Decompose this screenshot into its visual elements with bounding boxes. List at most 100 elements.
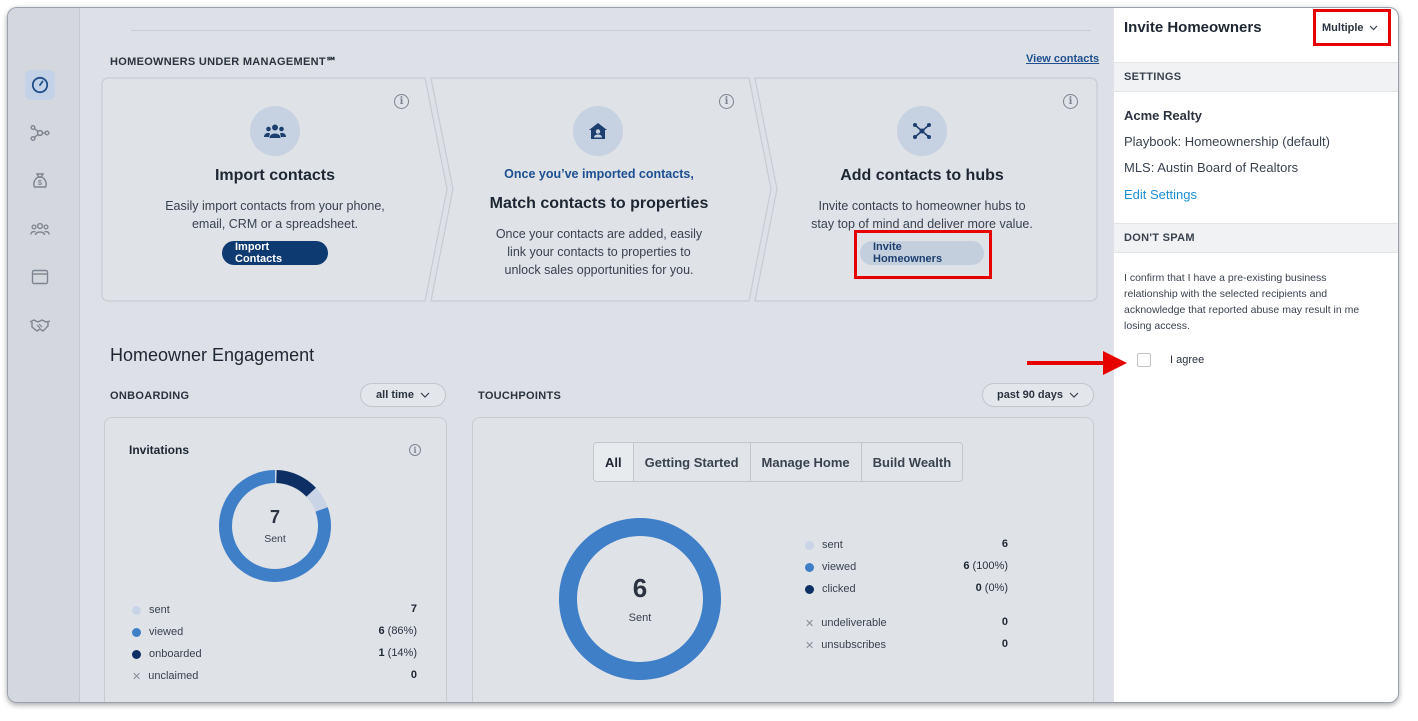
legend-value: 6 (86%) xyxy=(327,625,417,637)
step-desc-hubs-1: Invite contacts to homeowner hubs to xyxy=(818,199,1026,213)
view-contacts-link[interactable]: View contacts xyxy=(1026,53,1099,65)
legend-item: viewed xyxy=(132,625,183,639)
tab-manage-home[interactable]: Manage Home xyxy=(751,443,862,481)
info-icon[interactable]: i xyxy=(409,444,421,456)
side-nav: $ xyxy=(8,8,80,702)
legend-label: viewed xyxy=(822,561,857,573)
legend-label: viewed xyxy=(149,626,184,638)
legend-value: 0 (0%) xyxy=(918,582,1008,594)
network-icon[interactable] xyxy=(25,118,55,148)
step-title-import: Import contacts xyxy=(214,167,335,184)
legend-item: sent xyxy=(132,603,170,617)
mls-setting: MLS: Austin Board of Realtors xyxy=(1124,160,1299,175)
invitations-donut-label: Sent xyxy=(264,533,286,545)
onboarding-range-value: all time xyxy=(376,389,414,401)
playbook-setting: Playbook: Homeownership (default) xyxy=(1124,134,1330,149)
legend-label: unclaimed xyxy=(148,670,199,682)
money-bag-icon[interactable]: $ xyxy=(25,166,55,196)
touchpoints-range-select[interactable]: past 90 days xyxy=(982,383,1094,407)
legend-label: clicked xyxy=(822,583,856,595)
invitations-title: Invitations xyxy=(129,443,190,457)
info-icon[interactable]: i xyxy=(1063,94,1078,109)
tab-all[interactable]: All xyxy=(594,443,634,481)
step-desc-import-2: email, CRM or a spreadsheet. xyxy=(191,217,359,231)
legend-label: onboarded xyxy=(149,648,202,660)
legend-item: sent xyxy=(805,538,843,552)
legend-dot xyxy=(805,562,814,572)
legend-count: 0 xyxy=(410,669,417,681)
legend-value: 6 xyxy=(918,538,1008,550)
chevron-down-icon xyxy=(420,392,430,398)
spam-disclaimer-3: acknowledge that reported abuse may resu… xyxy=(1124,304,1360,316)
legend-value: 0 xyxy=(918,638,1008,650)
legend-item: ✕ unclaimed xyxy=(132,669,198,683)
step-desc-match-1: Once your contacts are added, easily xyxy=(495,227,703,241)
home-user-icon xyxy=(573,106,623,156)
legend-dot xyxy=(132,649,141,659)
agree-checkbox[interactable] xyxy=(1137,353,1151,367)
arrow-pointer xyxy=(1027,351,1127,375)
legend-count: 0 xyxy=(1001,616,1008,628)
legend-item: viewed xyxy=(805,560,856,574)
step-desc-match-2: link your contacts to properties to xyxy=(507,245,691,259)
legend-item: onboarded xyxy=(132,647,202,661)
browser-window-icon[interactable] xyxy=(25,262,55,292)
hum-section-title: HOMEOWNERS UNDER MANAGEMENT℠ xyxy=(110,56,338,68)
touchpoints-donut-label: Sent xyxy=(628,612,652,624)
legend-value: 1 (14%) xyxy=(327,647,417,659)
legend-item: ✕ unsubscribes xyxy=(805,638,886,652)
dont-spam-header: DON'T SPAM xyxy=(1114,223,1398,253)
tab-build-wealth[interactable]: Build Wealth xyxy=(862,443,962,481)
spam-disclaimer-2: relationship with the selected recipient… xyxy=(1124,288,1328,300)
legend-count: 6 xyxy=(1001,538,1008,550)
touchpoints-tabs: All Getting Started Manage Home Build We… xyxy=(593,442,964,482)
touchpoints-donut-value: 6 xyxy=(632,573,648,603)
hub-icon xyxy=(897,106,947,156)
legend-dot xyxy=(805,584,814,594)
legend-count: 7 xyxy=(410,603,417,615)
legend-percent: (0%) xyxy=(981,582,1008,594)
step-desc-match-3: unlock sales opportunities for you. xyxy=(504,263,694,277)
legend-label: unsubscribes xyxy=(821,639,887,651)
legend-percent: (86%) xyxy=(384,625,417,637)
agree-label[interactable]: I agree xyxy=(1170,354,1204,366)
legend-item: clicked xyxy=(805,582,856,596)
people-icon[interactable] xyxy=(25,214,55,244)
invitations-donut-value: 7 xyxy=(269,507,280,527)
legend-value: 0 xyxy=(918,616,1008,628)
x-icon: ✕ xyxy=(132,669,142,683)
step-title-hubs: Add contacts to hubs xyxy=(840,167,1004,184)
tab-getting-started[interactable]: Getting Started xyxy=(634,443,751,481)
info-icon[interactable]: i xyxy=(719,94,734,109)
legend-percent: (100%) xyxy=(969,560,1008,572)
info-icon[interactable]: i xyxy=(394,94,409,109)
agency-name: Acme Realty xyxy=(1124,108,1203,123)
dashboard-icon[interactable] xyxy=(25,70,55,100)
legend-dot xyxy=(132,605,141,615)
dashboard-main: HOMEOWNERS UNDER MANAGEMENT℠ View contac… xyxy=(81,8,1112,702)
onboarded-arc xyxy=(275,470,316,497)
step-title-match: Match contacts to properties xyxy=(489,195,709,212)
import-contacts-button[interactable]: Import Contacts xyxy=(222,241,328,265)
step-subtitle-match: Once you’ve imported contacts, xyxy=(504,167,694,181)
edit-settings-link[interactable]: Edit Settings xyxy=(1124,187,1197,202)
highlight-box xyxy=(1313,9,1391,46)
touchpoints-label: TOUCHPOINTS xyxy=(478,390,562,402)
divider xyxy=(131,30,1091,31)
legend-value: 7 xyxy=(327,603,417,615)
legend-label: undeliverable xyxy=(821,617,887,629)
legend-percent: (14%) xyxy=(384,647,417,659)
x-icon: ✕ xyxy=(805,638,815,652)
legend-value: 6 (100%) xyxy=(918,560,1008,572)
svg-text:$: $ xyxy=(38,180,42,187)
legend-count: 0 xyxy=(1001,638,1008,650)
legend-label: sent xyxy=(822,539,843,551)
onboarding-label: ONBOARDING xyxy=(110,390,190,402)
onboarding-range-select[interactable]: all time xyxy=(360,383,446,407)
legend-dot xyxy=(132,627,141,637)
panel-title: Invite Homeowners xyxy=(1124,19,1262,36)
handshake-icon[interactable] xyxy=(25,310,55,340)
legend-label: sent xyxy=(149,604,170,616)
spam-disclaimer-4: losing access. xyxy=(1124,320,1190,332)
engagement-title: Homeowner Engagement xyxy=(110,345,315,365)
